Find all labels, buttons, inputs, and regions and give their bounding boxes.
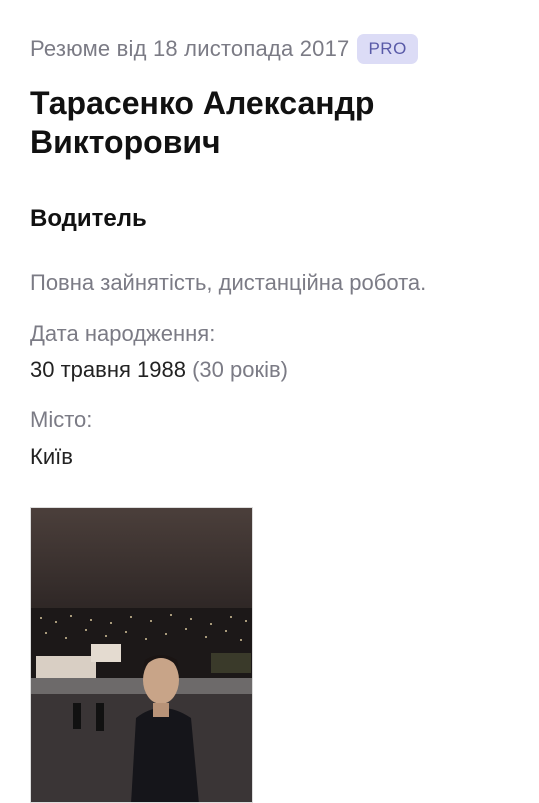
- resume-date: Резюме від 18 листопада 2017: [30, 36, 350, 61]
- resume-date-row: Резюме від 18 листопада 2017 PRO: [30, 34, 418, 64]
- employment-type: Повна зайнятість, дистанційна робота.: [30, 270, 427, 295]
- birth-date-value: 30 травня 1988 (30 років): [30, 357, 288, 383]
- pro-badge: PRO: [357, 34, 418, 64]
- photo-illustration: [31, 508, 252, 802]
- candidate-photo[interactable]: [30, 507, 253, 803]
- city-value: Київ: [30, 444, 73, 469]
- city-label: Місто:: [30, 407, 93, 432]
- candidate-name: Тарасенко Александр Викторович: [30, 85, 375, 160]
- desired-position: Водитель: [30, 205, 147, 232]
- birth-date: 30 травня 1988: [30, 357, 186, 382]
- age: (30 років): [192, 357, 288, 382]
- birth-date-label: Дата народження:: [30, 321, 216, 346]
